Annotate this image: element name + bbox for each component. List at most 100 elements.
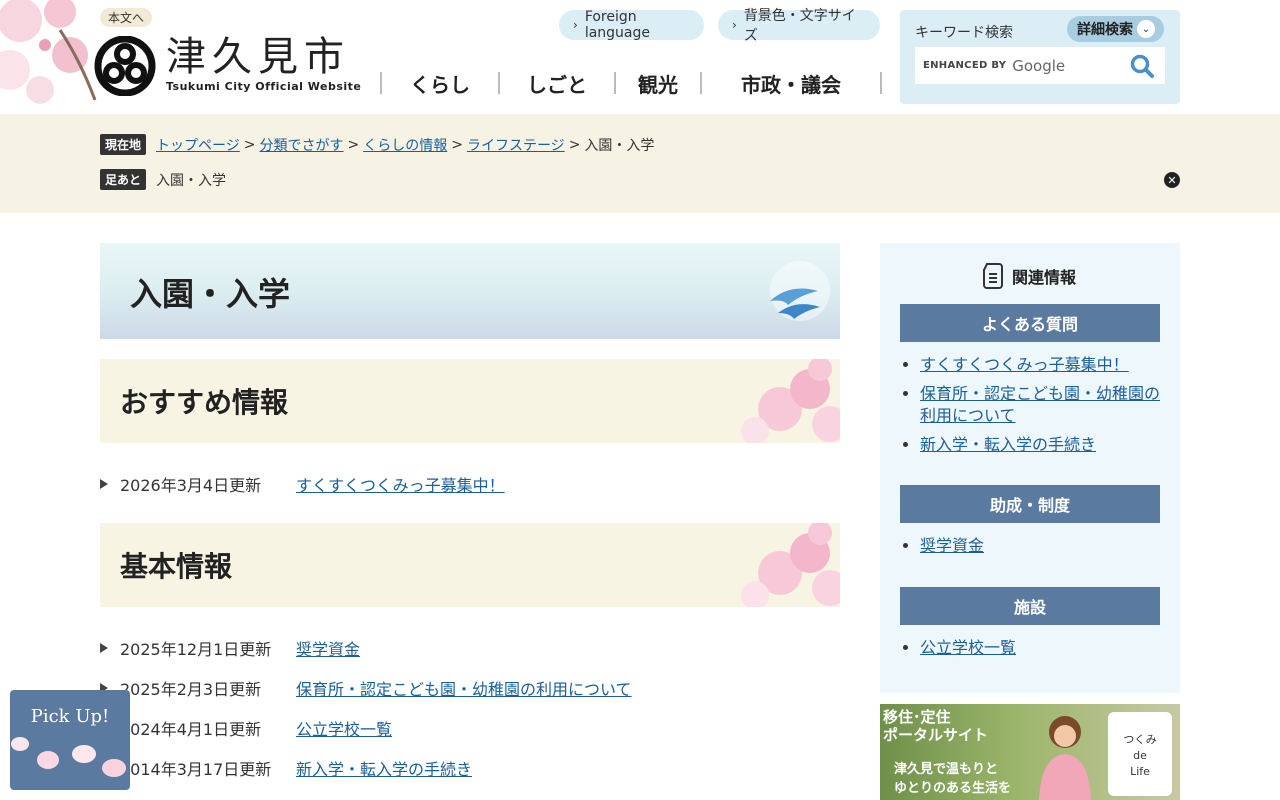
breadcrumb-current: 入園・入学 — [584, 137, 655, 154]
enhanced-by-label: ENHANCED BY — [923, 60, 1007, 71]
banner-logo-line1: つくみ — [1123, 733, 1157, 746]
logo-english-name: Tsukumi City Official Website — [166, 80, 362, 93]
sidebar-link[interactable]: 新入学・転入学の手続き — [920, 435, 1096, 454]
breadcrumb-link-living[interactable]: くらしの情報 — [363, 135, 447, 155]
list-item: 公立学校一覧 — [920, 637, 1160, 659]
news-item: 2024年4月1日更新 公立学校一覧 — [100, 716, 392, 740]
blossom-decoration-icon — [741, 359, 840, 443]
page-title: 入園・入学 — [130, 275, 291, 313]
news-item: 2025年2月3日更新 保育所・認定こども園・幼稚園の利用について — [100, 676, 632, 700]
sidebar-list-facility: 公立学校一覧 — [920, 637, 1160, 666]
news-link[interactable]: 公立学校一覧 — [296, 716, 392, 740]
list-item: 新入学・転入学の手続き — [920, 434, 1160, 456]
breadcrumb-link-category[interactable]: 分類でさがす — [259, 135, 343, 155]
dolphin-icon — [770, 261, 830, 321]
breadcrumb-link-top[interactable]: トップページ — [156, 135, 240, 155]
advanced-search-label: 詳細検索 — [1077, 22, 1133, 38]
breadcrumb-separator: > — [243, 136, 256, 153]
news-date: 2026年3月4日更新 — [120, 476, 262, 495]
list-item: 奨学資金 — [920, 535, 1160, 557]
google-label: Google — [1012, 56, 1066, 75]
site-header: 本文へ 津久見市 Tsukumi City Official Website ›… — [0, 0, 1280, 114]
chevron-right-icon: › — [573, 18, 578, 32]
person-photo-icon — [1039, 716, 1091, 800]
list-item: すくすくつくみっ子募集中！ — [920, 354, 1160, 376]
triangle-bullet-icon — [100, 643, 108, 653]
sidebar-heading-subsidy: 助成・制度 — [900, 485, 1160, 523]
city-emblem-icon — [94, 36, 156, 96]
site-logo[interactable]: 津久見市 Tsukumi City Official Website — [94, 36, 361, 96]
chevron-down-icon: ⌄ — [1137, 20, 1155, 38]
banner-logo-line3: Life — [1130, 765, 1150, 778]
news-link[interactable]: 保育所・認定こども園・幼稚園の利用について — [296, 676, 632, 700]
global-nav: くらし しごと 観光 市政・議会 — [380, 70, 882, 97]
related-info-sidebar: 関連情報 よくある質問 すくすくつくみっ子募集中！ 保育所・認定こども園・幼稚園… — [880, 243, 1180, 693]
banner-title: 移住･定住 ポータルサイト — [883, 708, 988, 744]
section-heading: 基本情報 — [120, 550, 233, 583]
nav-item-shigoto[interactable]: しごと — [498, 72, 614, 97]
news-date: 2024年4月1日更新 — [120, 720, 262, 739]
news-date: 2025年2月3日更新 — [120, 680, 262, 699]
section-basic: 基本情報 — [100, 523, 840, 607]
bg-text-size-button[interactable]: › 背景色・文字サイズ — [718, 8, 880, 44]
breadcrumb-band: 現在地 トップページ > 分類でさがす > くらしの情報 > ライフステージ >… — [0, 114, 1280, 213]
sidebar-title-label: 関連情報 — [1012, 268, 1077, 287]
pickup-label: Pick Up! — [30, 706, 110, 727]
sidebar-link[interactable]: すくすくつくみっ子募集中！ — [920, 355, 1129, 374]
banner-title-line1: 移住･定住 — [883, 708, 951, 726]
pickup-button[interactable]: Pick Up! — [10, 690, 130, 790]
sidebar-heading-facility: 施設 — [900, 587, 1160, 625]
footprint-row: 足あと 入園・入学 — [100, 169, 226, 190]
nav-item-kurashi[interactable]: くらし — [380, 72, 498, 97]
banner-tagline-line2: ゆとりのある生活を — [894, 781, 1012, 796]
banner-tagline-line1: 津久見で温もりと — [894, 762, 999, 777]
news-date: 2025年12月1日更新 — [120, 640, 272, 659]
foreign-language-label: Foreign language — [584, 9, 650, 41]
search-panel: キーワード検索 詳細検索 ⌄ ENHANCED BY Google — [900, 10, 1180, 104]
sidebar-heading-faq: よくある質問 — [900, 304, 1160, 342]
petal-decoration-icon — [11, 737, 126, 777]
nav-item-kanko[interactable]: 観光 — [614, 72, 700, 97]
footprint-item[interactable]: 入園・入学 — [156, 170, 226, 190]
bg-text-size-label: 背景色・文字サイズ — [743, 8, 856, 44]
foreign-language-button[interactable]: › Foreign language — [559, 9, 704, 41]
tsukumi-de-life-logo: つくみ de Life — [1108, 712, 1172, 796]
search-input[interactable]: ENHANCED BY Google — [915, 47, 1165, 84]
current-location-tag: 現在地 — [100, 134, 147, 155]
nav-item-shisei[interactable]: 市政・議会 — [700, 72, 882, 97]
news-link[interactable]: 奨学資金 — [296, 636, 360, 660]
page-title-banner: 入園・入学 — [100, 243, 840, 339]
news-link[interactable]: すくすくつくみっ子募集中！ — [296, 472, 505, 496]
triangle-bullet-icon — [100, 479, 108, 489]
breadcrumb-link-lifestage[interactable]: ライフステージ — [467, 135, 565, 155]
breadcrumb-separator: > — [451, 136, 463, 153]
sidebar-link[interactable]: 奨学資金 — [920, 536, 984, 555]
sidebar-title: 関連情報 — [982, 263, 1076, 289]
footprint-tag: 足あと — [100, 169, 147, 190]
news-date: 2014年3月17日更新 — [120, 760, 272, 779]
sidebar-list-faq: すくすくつくみっ子募集中！ 保育所・認定こども園・幼稚園の利用について 新入学・… — [920, 354, 1160, 463]
chevron-right-icon: › — [732, 18, 737, 32]
news-link[interactable]: 新入学・転入学の手続き — [296, 756, 472, 780]
banner-tagline: 津久見で温もりと ゆとりのある生活を — [894, 760, 1011, 798]
news-item: 2025年12月1日更新 奨学資金 — [100, 636, 360, 660]
advanced-search-button[interactable]: 詳細検索 ⌄ — [1067, 16, 1164, 42]
document-icon — [983, 263, 1003, 289]
sidebar-link[interactable]: 保育所・認定こども園・幼稚園の利用について — [920, 384, 1160, 425]
banner-logo-line2: de — [1133, 749, 1147, 762]
search-icon[interactable] — [1129, 53, 1155, 79]
skip-to-content-link[interactable]: 本文へ — [100, 8, 153, 27]
close-icon[interactable]: ✕ — [1164, 172, 1180, 188]
news-item: 2014年3月17日更新 新入学・転入学の手続き — [100, 756, 472, 780]
search-label: キーワード検索 — [915, 25, 1013, 41]
relocation-portal-banner[interactable]: 移住･定住 ポータルサイト 津久見で温もりと ゆとりのある生活を つくみ de … — [880, 704, 1180, 800]
logo-japanese-name: 津久見市 — [166, 34, 350, 80]
breadcrumb: 現在地 トップページ > 分類でさがす > くらしの情報 > ライフステージ >… — [100, 134, 654, 155]
sidebar-link[interactable]: 公立学校一覧 — [920, 638, 1016, 657]
sakura-decoration-icon — [0, 0, 97, 104]
banner-title-line2: ポータルサイト — [883, 726, 989, 744]
section-recommended: おすすめ情報 — [100, 359, 840, 443]
section-heading: おすすめ情報 — [120, 386, 289, 419]
breadcrumb-separator: > — [568, 136, 581, 153]
blossom-decoration-icon — [741, 523, 840, 607]
